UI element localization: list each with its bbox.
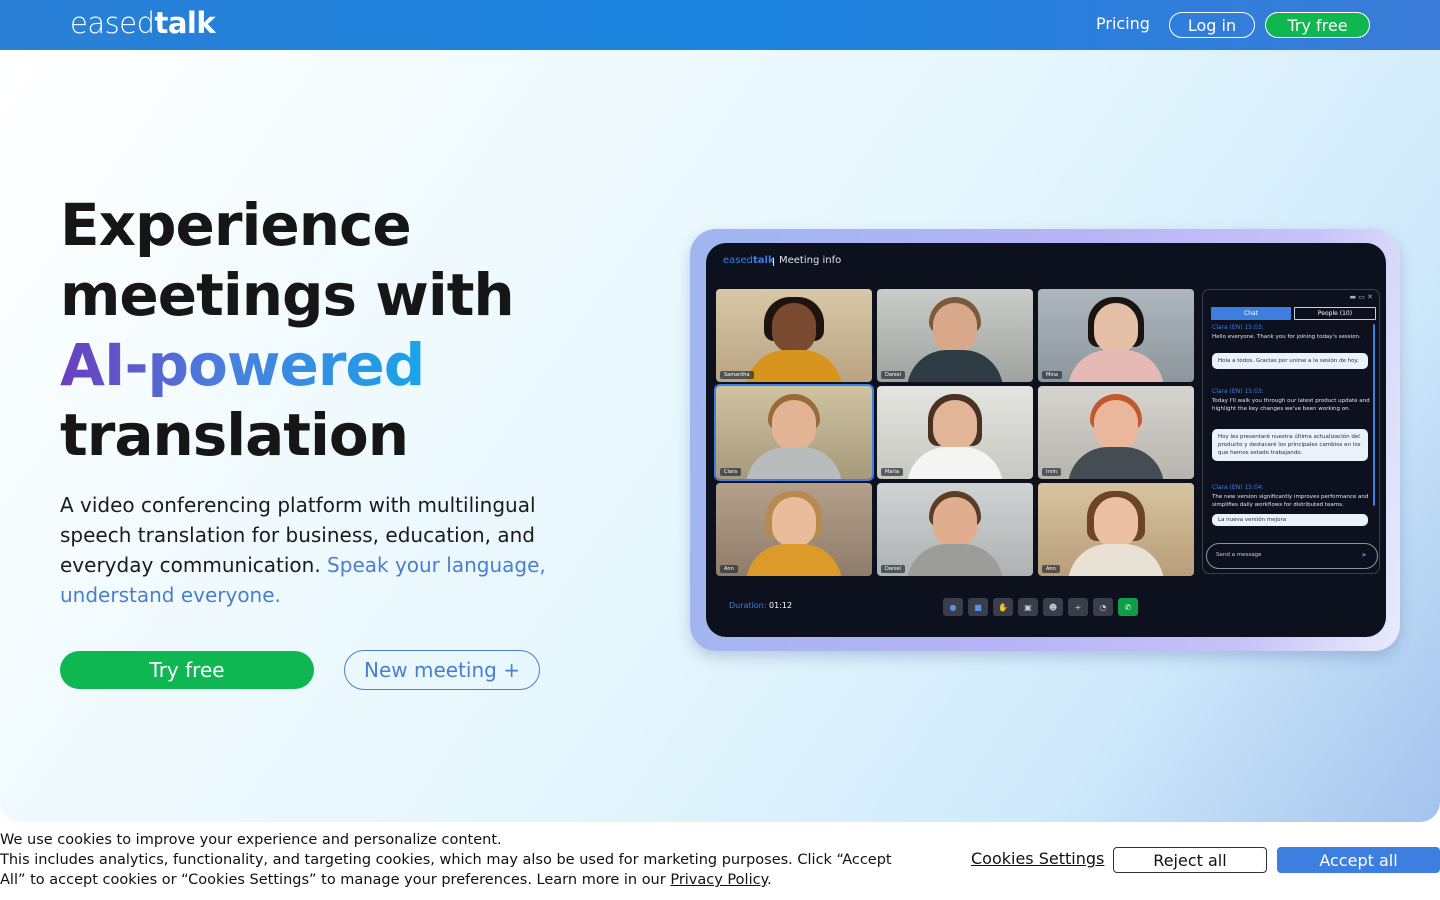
participant-tile[interactable]: Daniel [877, 483, 1033, 576]
participant-name: Clara [720, 468, 742, 476]
mini-logo: easedtalk [723, 255, 775, 266]
chat-message-header: Clara (EN) 15:03: [1212, 324, 1264, 331]
cookie-consent-banner: We use cookies to improve your experienc… [0, 822, 1440, 900]
participant-name: Maria [881, 468, 903, 476]
chat-message-text: The new version significantly improves p… [1212, 494, 1369, 508]
nav-pricing-link[interactable]: Pricing [1096, 14, 1150, 33]
accept-all-button[interactable]: Accept all [1277, 847, 1440, 873]
tab-people[interactable]: People (10) [1294, 307, 1376, 320]
microphone-icon[interactable]: ● [943, 598, 963, 616]
cookie-line-1: We use cookies to improve your experienc… [0, 832, 502, 848]
participant-name: Ann [720, 565, 738, 573]
cookies-settings-link[interactable]: Cookies Settings [971, 849, 1104, 868]
meeting-info-title: Meeting info [772, 255, 842, 266]
screen-share-icon[interactable]: ▣ [1018, 598, 1038, 616]
participant-tile[interactable]: Ann [716, 483, 872, 576]
camera-icon[interactable]: ■ [968, 598, 988, 616]
logo[interactable]: easedtalk [70, 6, 216, 40]
chat-message-text: Hello everyone. Thank you for joining to… [1212, 334, 1361, 340]
meeting-duration: Duration: 01:12 [729, 601, 792, 610]
hero-section: Experience meetings with AI-powered tran… [0, 50, 1440, 822]
chat-translation-bubble: Hoy les presentaré nuestra última actual… [1212, 429, 1368, 461]
participant-tile[interactable]: Ann [1038, 483, 1194, 576]
headline-line-4: translation [60, 401, 409, 469]
send-icon[interactable]: ➤ [1361, 551, 1367, 559]
add-user-icon[interactable]: + [1068, 598, 1088, 616]
participants-icon[interactable]: ☻ [1043, 598, 1063, 616]
participant-name: Daniel [881, 371, 905, 379]
participant-name: Irvin [1042, 468, 1062, 476]
chat-message-text: Today I'll walk you through our latest p… [1212, 398, 1370, 412]
participant-name: Ann [1042, 565, 1060, 573]
tab-chat[interactable]: Chat [1211, 307, 1291, 320]
participant-tile[interactable]: Daniel [877, 289, 1033, 382]
logo-text-eased: eased [70, 6, 155, 40]
chat-message-input[interactable]: Send a message ➤ [1206, 543, 1378, 569]
participant-tile[interactable]: Irvin [1038, 386, 1194, 479]
headline-line-1: Experience [60, 191, 412, 259]
chat-message-header: Clara (EN) 15:03: [1212, 388, 1264, 395]
reject-all-button[interactable]: Reject all [1113, 847, 1267, 873]
privacy-policy-link[interactable]: Privacy Policy [670, 872, 767, 888]
participant-name: Samantha [720, 371, 754, 379]
mini-logo-talk: talk [753, 255, 775, 266]
end-call-icon[interactable]: ✆ [1118, 598, 1138, 616]
mini-logo-eased: eased [723, 255, 753, 266]
hero-subtext: A video conferencing platform with multi… [60, 490, 580, 610]
logo-text-talk: talk [154, 6, 216, 40]
participant-tile[interactable]: Maria [877, 386, 1033, 479]
chat-input-placeholder: Send a message [1216, 552, 1262, 558]
participant-name: Mina [1042, 371, 1062, 379]
chat-message-header: Clara (EN) 15:04: [1212, 484, 1264, 491]
app-preview-screen: easedtalk Meeting info Samantha Daniel M… [706, 243, 1386, 637]
duration-value: 01:12 [769, 601, 793, 610]
app-preview-tablet: easedtalk Meeting info Samantha Daniel M… [690, 229, 1400, 651]
participant-tile[interactable]: Mina [1038, 289, 1194, 382]
login-button[interactable]: Log in [1169, 12, 1255, 38]
participant-name: Daniel [881, 565, 905, 573]
hero-try-free-button[interactable]: Try free [60, 651, 314, 689]
chat-translation-bubble: Hola a todos. Gracias por unirse a la se… [1212, 353, 1368, 369]
chat-translation-bubble: La nueva versión mejora [1212, 514, 1368, 526]
meeting-controls: ● ■ ✋ ▣ ☻ + ◔ ✆ [943, 598, 1138, 616]
speed-gauge-icon[interactable]: ◔ [1093, 598, 1113, 616]
participant-tile[interactable]: Samantha [716, 289, 872, 382]
nav-try-free-button[interactable]: Try free [1265, 12, 1370, 38]
participant-video-grid: Samantha Daniel Mina Clara Maria Irvin A… [714, 289, 1196, 576]
participant-tile-active-speaker[interactable]: Clara [714, 384, 874, 481]
top-navbar: easedtalk Pricing Log in Try free [0, 0, 1440, 50]
duration-label: Duration: [729, 601, 767, 610]
hero-headline: Experience meetings with AI-powered tran… [60, 190, 515, 470]
headline-line-2: meetings with [60, 261, 515, 329]
chat-window-controls[interactable]: ▬ ▭ ✕ [1349, 293, 1373, 301]
chat-panel: ▬ ▭ ✕ Chat People (10) Clara (EN) 15:03:… [1202, 289, 1380, 574]
headline-accent: AI-powered [60, 331, 425, 399]
new-meeting-button[interactable]: New meeting + [344, 650, 540, 690]
raise-hand-icon[interactable]: ✋ [993, 598, 1013, 616]
chat-scrollbar[interactable] [1373, 324, 1375, 506]
cookie-message: We use cookies to improve your experienc… [0, 830, 920, 890]
